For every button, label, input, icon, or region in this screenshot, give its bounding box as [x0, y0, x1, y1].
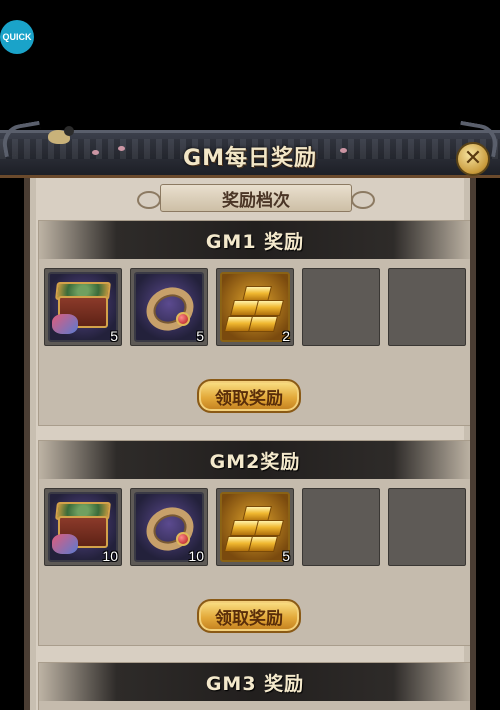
tier-title: GM3 奖励	[205, 672, 305, 695]
subtitle-text: 奖励档次	[222, 190, 290, 211]
close-button[interactable]: ✕	[456, 142, 490, 176]
item-slot[interactable]: 10	[130, 488, 208, 566]
empty-item-slot	[302, 268, 380, 346]
gold-bars-icon	[220, 492, 290, 562]
reward-panel: 奖励档次 GM1 奖励 5 5 2 领取奖励 GM2奖励 10 10 5 领取奖…	[24, 178, 476, 710]
ring-icon	[134, 272, 204, 342]
item-quantity: 10	[188, 548, 204, 564]
tier-card-gm1: GM1 奖励 5 5 2 领取奖励	[38, 220, 470, 426]
claim-reward-button[interactable]: 领取奖励	[197, 599, 301, 633]
item-slot[interactable]: 2	[216, 268, 294, 346]
claim-reward-button[interactable]: 领取奖励	[197, 379, 301, 413]
treasure-chest-icon	[48, 272, 118, 342]
empty-item-slot	[388, 488, 466, 566]
item-quantity: 10	[102, 548, 118, 564]
gold-bars-icon	[220, 272, 290, 342]
item-slots: 5 5 2	[44, 268, 466, 346]
item-slot[interactable]: 5	[216, 488, 294, 566]
item-quantity: 5	[196, 328, 204, 344]
item-slots: 10 10 5	[44, 488, 466, 566]
tier-header: GM3 奖励	[39, 663, 470, 701]
item-slot[interactable]: 5	[130, 268, 208, 346]
claim-reward-label: 领取奖励	[215, 388, 283, 409]
item-quantity: 5	[282, 548, 290, 564]
item-quantity: 5	[110, 328, 118, 344]
tier-header: GM2奖励	[39, 441, 470, 479]
claim-reward-label: 领取奖励	[215, 608, 283, 629]
empty-item-slot	[388, 268, 466, 346]
quick-button[interactable]: QUICK	[0, 20, 34, 54]
subtitle-banner: 奖励档次	[137, 184, 375, 212]
tier-header: GM1 奖励	[39, 221, 470, 259]
empty-item-slot	[302, 488, 380, 566]
tier-title: GM1 奖励	[205, 230, 305, 253]
item-quantity: 2	[282, 328, 290, 344]
tier-title: GM2奖励	[209, 450, 301, 473]
tier-card-gm2: GM2奖励 10 10 5 领取奖励	[38, 440, 470, 646]
item-slot[interactable]: 5	[44, 268, 122, 346]
item-slot[interactable]: 10	[44, 488, 122, 566]
close-icon: ✕	[463, 146, 483, 171]
tier-card-gm3: GM3 奖励	[38, 662, 470, 710]
window-title: GM每日奖励	[183, 146, 317, 171]
reward-panel-inner[interactable]: 奖励档次 GM1 奖励 5 5 2 领取奖励 GM2奖励 10 10 5 领取奖…	[36, 178, 470, 710]
